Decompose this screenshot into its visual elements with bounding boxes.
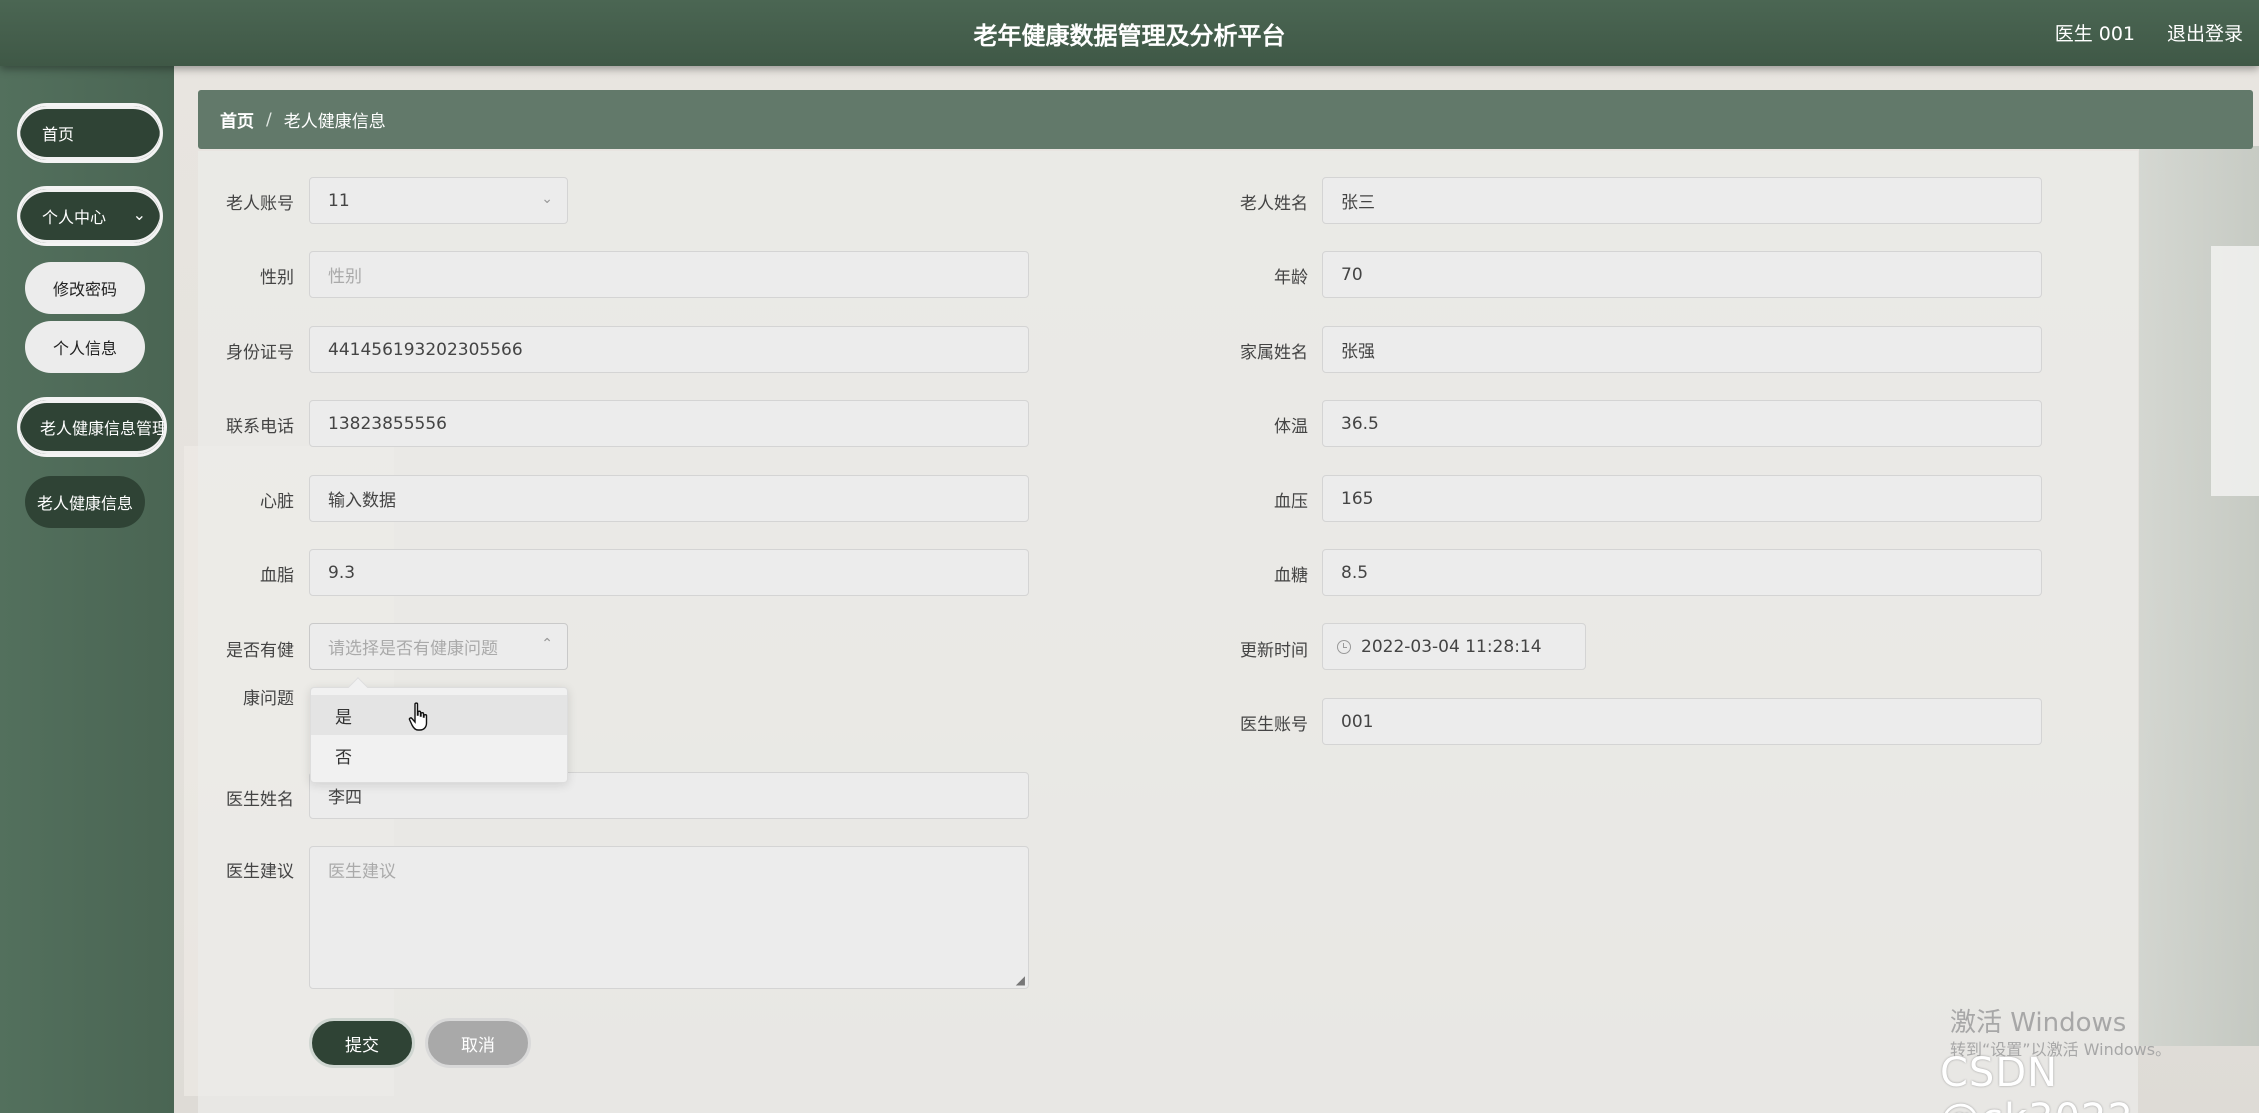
csdn-watermark: CSDN @ck3022 [1940,1050,2133,1113]
cancel-button[interactable]: 取消 [425,1018,531,1068]
health-issue-dropdown: 是 否 [310,677,568,783]
breadcrumb: 首页 / 老人健康信息 [198,90,2253,149]
breadcrumb-current: 老人健康信息 [283,112,386,132]
doctor-account-label: 医生账号 [1240,715,1308,735]
sidebar-item-personal-center[interactable]: 个人中心 ⌄ [17,186,163,246]
account-select[interactable]: 11 ⌄ [309,177,568,224]
background-decoration [2211,246,2259,496]
temperature-field[interactable]: 36.5 [1322,400,2042,447]
heart-value: 输入数据 [328,491,396,511]
phone-field[interactable]: 13823855556 [309,400,1029,447]
sidebar-item-home[interactable]: 首页 [17,103,163,163]
health-issue-placeholder: 请选择是否有健康问题 [328,639,498,659]
family-name-value: 张强 [1341,342,1375,362]
temperature-label: 体温 [1274,417,1308,437]
account-label: 老人账号 [226,194,294,214]
chevron-down-icon: ⌄ [132,205,146,224]
sidebar-item-label: 个人中心 [42,208,107,227]
health-issue-option-no[interactable]: 否 [311,735,567,775]
clock-icon [1337,639,1351,654]
doctor-advice-placeholder: 医生建议 [328,862,396,882]
name-label: 老人姓名 [1240,194,1308,214]
sidebar-subitem-change-password[interactable]: 修改密码 [25,262,145,314]
sidebar-item-label: 个人信息 [52,339,117,358]
id-card-field[interactable]: 441456193202305566 [309,326,1029,373]
submit-button[interactable]: 提交 [309,1018,415,1068]
windows-activation-watermark: 激活 Windows [1950,1008,2127,1038]
chevron-down-icon: ⌄ [541,191,553,207]
sidebar-item-label: 首页 [42,125,75,144]
gender-placeholder: 性别 [328,267,362,287]
age-label: 年龄 [1274,268,1308,288]
hand-cursor-icon [408,702,428,731]
sidebar: 首页 个人中心 ⌄ 修改密码 个人信息 老人健康信息管理 老人健康信息 [0,66,174,1113]
blood-pressure-field[interactable]: 165 [1322,475,2042,522]
age-field[interactable]: 70 [1322,251,2042,298]
top-header: 老年健康数据管理及分析平台 医生 001 退出登录 [0,0,2259,66]
doctor-advice-textarea[interactable]: 医生建议 ◢ [309,846,1029,989]
blood-sugar-label: 血糖 [1274,566,1308,586]
logout-link[interactable]: 退出登录 [2167,19,2243,46]
blood-lipid-value: 9.3 [328,562,356,583]
family-name-label: 家属姓名 [1240,343,1308,363]
sidebar-item-label: 老人健康信息管理 [40,419,167,438]
breadcrumb-separator: / [266,109,272,130]
gender-label: 性别 [260,268,294,288]
account-value: 11 [328,190,350,211]
sidebar-subitem-personal-info[interactable]: 个人信息 [25,321,145,373]
health-issue-select[interactable]: 请选择是否有健康问题 ⌃ [309,623,568,670]
gender-field[interactable]: 性别 [309,251,1029,298]
temperature-value: 36.5 [1341,413,1379,434]
blood-lipid-label: 血脂 [260,566,294,586]
age-value: 70 [1341,264,1363,285]
phone-value: 13823855556 [328,413,447,434]
sidebar-item-label: 修改密码 [52,280,117,299]
id-card-value: 441456193202305566 [328,339,523,360]
doctor-account-field[interactable]: 001 [1322,698,2042,745]
health-issue-option-yes[interactable]: 是 [311,695,567,735]
update-time-value: 2022-03-04 11:28:14 [1361,636,1542,657]
family-name-field[interactable]: 张强 [1322,326,2042,373]
sidebar-item-health-mgmt[interactable]: 老人健康信息管理 [17,397,167,457]
update-time-label: 更新时间 [1240,641,1308,661]
health-issue-label-line2: 康问题 [243,689,294,709]
blood-lipid-field[interactable]: 9.3 [309,549,1029,596]
sidebar-item-label: 老人健康信息 [36,494,133,513]
breadcrumb-home[interactable]: 首页 [220,107,254,132]
blood-pressure-label: 血压 [1274,492,1308,512]
name-value: 张三 [1341,193,1375,213]
doctor-name-label: 医生姓名 [226,790,294,810]
blood-pressure-value: 165 [1341,488,1374,509]
doctor-name-value: 李四 [328,788,362,808]
name-field[interactable]: 张三 [1322,177,2042,224]
health-issue-label: 是否有健 [226,641,294,661]
current-user: 医生 001 [2054,23,2135,45]
heart-label: 心脏 [260,492,294,512]
update-time-picker[interactable]: 2022-03-04 11:28:14 [1322,623,1586,670]
id-card-label: 身份证号 [226,343,294,363]
resize-grip-icon[interactable]: ◢ [1016,973,1025,987]
blood-sugar-value: 8.5 [1341,562,1369,583]
sidebar-subitem-health-info[interactable]: 老人健康信息 [25,476,145,528]
blood-sugar-field[interactable]: 8.5 [1322,549,2042,596]
doctor-advice-label: 医生建议 [226,862,294,882]
doctor-account-value: 001 [1341,711,1374,732]
chevron-up-icon: ⌃ [541,636,553,652]
app-title: 老年健康数据管理及分析平台 [973,22,1286,50]
heart-field[interactable]: 输入数据 [309,475,1029,522]
phone-label: 联系电话 [226,417,294,437]
